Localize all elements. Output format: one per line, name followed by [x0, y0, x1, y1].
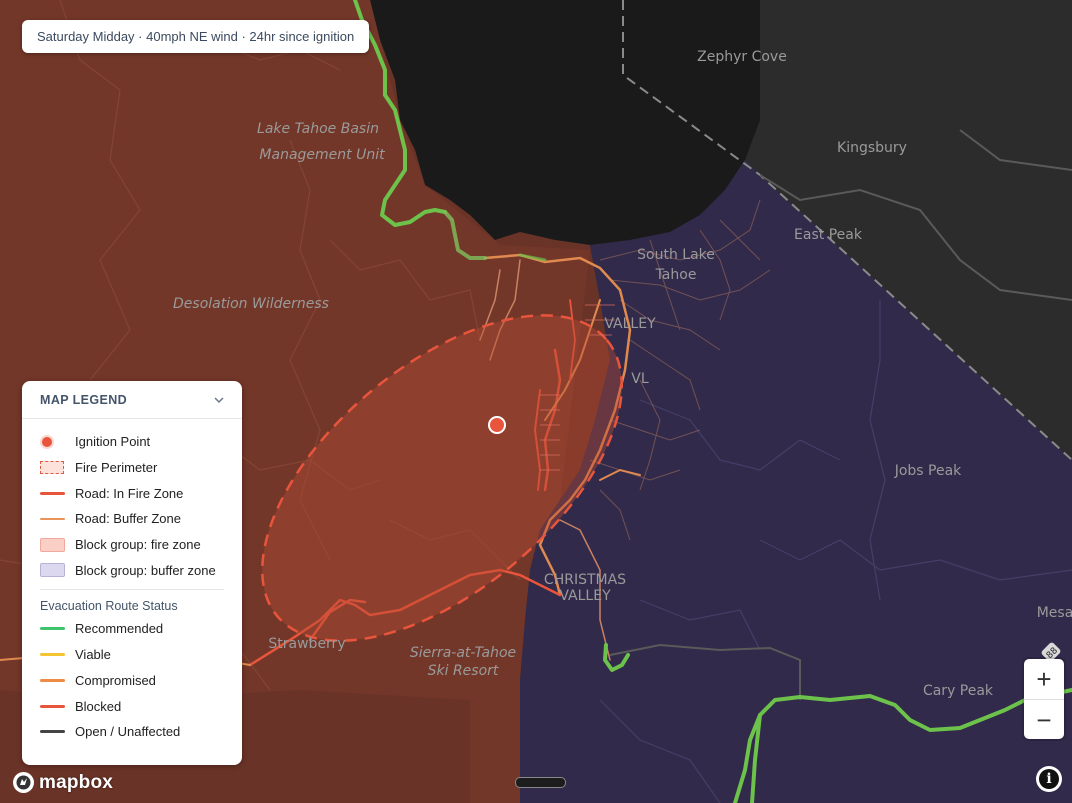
fire-perimeter-swatch	[40, 461, 64, 475]
legend-item-label: Fire Perimeter	[75, 460, 158, 476]
label-desolation: Desolation Wilderness	[173, 296, 329, 312]
label-valley-2: VALLEY	[559, 588, 611, 604]
legend-route-label: Open / Unaffected	[75, 724, 181, 740]
legend-item-ignition: Ignition Point	[40, 429, 224, 455]
legend-route-recommended: Recommended	[40, 616, 224, 642]
legend-route-viable: Viable	[40, 642, 224, 668]
ignition-point[interactable]	[488, 416, 506, 434]
zoom-control: + −	[1024, 659, 1064, 739]
label-management-unit: Management Unit	[259, 147, 385, 163]
legend-item-fire-perimeter: Fire Perimeter	[40, 455, 224, 481]
mapbox-logo[interactable]: mapbox	[12, 771, 113, 794]
legend-item-label: Block group: fire zone	[75, 537, 201, 553]
legend-item-label: Ignition Point	[75, 434, 151, 450]
route-blocked-swatch	[40, 704, 65, 708]
label-christmas: CHRISTMAS	[544, 572, 626, 588]
legend-item-label: Block group: buffer zone	[75, 562, 216, 578]
legend-body: Ignition Point Fire Perimeter Road: In F…	[22, 419, 242, 745]
block-fire-swatch	[40, 537, 65, 552]
bottom-drag-handle[interactable]	[515, 777, 566, 788]
route-status-title: Evacuation Route Status	[40, 599, 178, 614]
label-strawberry: Strawberry	[268, 636, 345, 652]
legend-route-blocked: Blocked	[40, 693, 224, 719]
label-ski-resort: Ski Resort	[428, 663, 499, 679]
mapbox-icon	[13, 772, 34, 793]
legend-divider	[40, 589, 224, 591]
legend-route-label: Blocked	[75, 698, 122, 714]
legend-route-label: Recommended	[75, 621, 164, 637]
legend-route-open: Open / Unaffected	[40, 719, 224, 745]
route-viable-swatch	[40, 653, 65, 657]
zoom-out-button[interactable]: −	[1024, 699, 1064, 739]
label-zephyr-cove: Zephyr Cove	[697, 49, 787, 65]
mapbox-wordmark: mapbox	[39, 771, 114, 793]
legend-item-block-buffer: Block group: buffer zone	[40, 557, 224, 583]
legend-item-block-fire: Block group: fire zone	[40, 532, 224, 558]
legend-item-label: Road: Buffer Zone	[75, 511, 181, 527]
map-legend: MAP LEGEND Ignition Point Fire Perimeter…	[22, 381, 242, 765]
road-buffer-swatch	[40, 517, 65, 520]
legend-item-road-buffer: Road: Buffer Zone	[40, 506, 224, 532]
road-fire-swatch	[40, 491, 65, 495]
block-buffer-swatch	[40, 563, 65, 578]
label-valley: VALLEY	[604, 316, 656, 332]
chevron-down-icon[interactable]	[214, 395, 224, 405]
label-south-lake: South Lake	[637, 247, 715, 263]
legend-item-road-fire: Road: In Fire Zone	[40, 480, 224, 506]
legend-header[interactable]: MAP LEGEND	[22, 381, 242, 419]
label-kingsbury: Kingsbury	[837, 140, 907, 156]
zoom-in-button[interactable]: +	[1024, 659, 1064, 699]
info-icon: i	[1039, 769, 1059, 789]
route-compromised-swatch	[40, 678, 65, 682]
route-open-swatch	[40, 730, 65, 734]
label-mesa: Mesa	[1037, 605, 1072, 621]
legend-route-label: Viable	[75, 647, 111, 663]
label-lake-tahoe-basin: Lake Tahoe Basin	[257, 121, 379, 137]
label-east-peak: East Peak	[794, 227, 863, 243]
legend-item-label: Road: In Fire Zone	[75, 485, 184, 501]
label-sierra-at-tahoe: Sierra-at-Tahoe	[410, 645, 516, 661]
label-cary-peak: Cary Peak	[923, 683, 994, 699]
legend-title: MAP LEGEND	[40, 392, 128, 407]
attribution-info-button[interactable]: i	[1036, 766, 1062, 792]
legend-route-label: Compromised	[75, 672, 156, 688]
label-tahoe: Tahoe	[655, 267, 697, 283]
scenario-status-chip: Saturday Midday · 40mph NE wind · 24hr s…	[22, 20, 370, 53]
legend-route-compromised: Compromised	[40, 668, 224, 694]
ignition-point-icon	[42, 436, 52, 447]
label-jobs-peak: Jobs Peak	[894, 463, 962, 479]
scenario-status-text: Saturday Midday · 40mph NE wind · 24hr s…	[37, 29, 355, 44]
route-recommended-swatch	[40, 627, 65, 631]
label-vl: VL	[631, 371, 649, 387]
